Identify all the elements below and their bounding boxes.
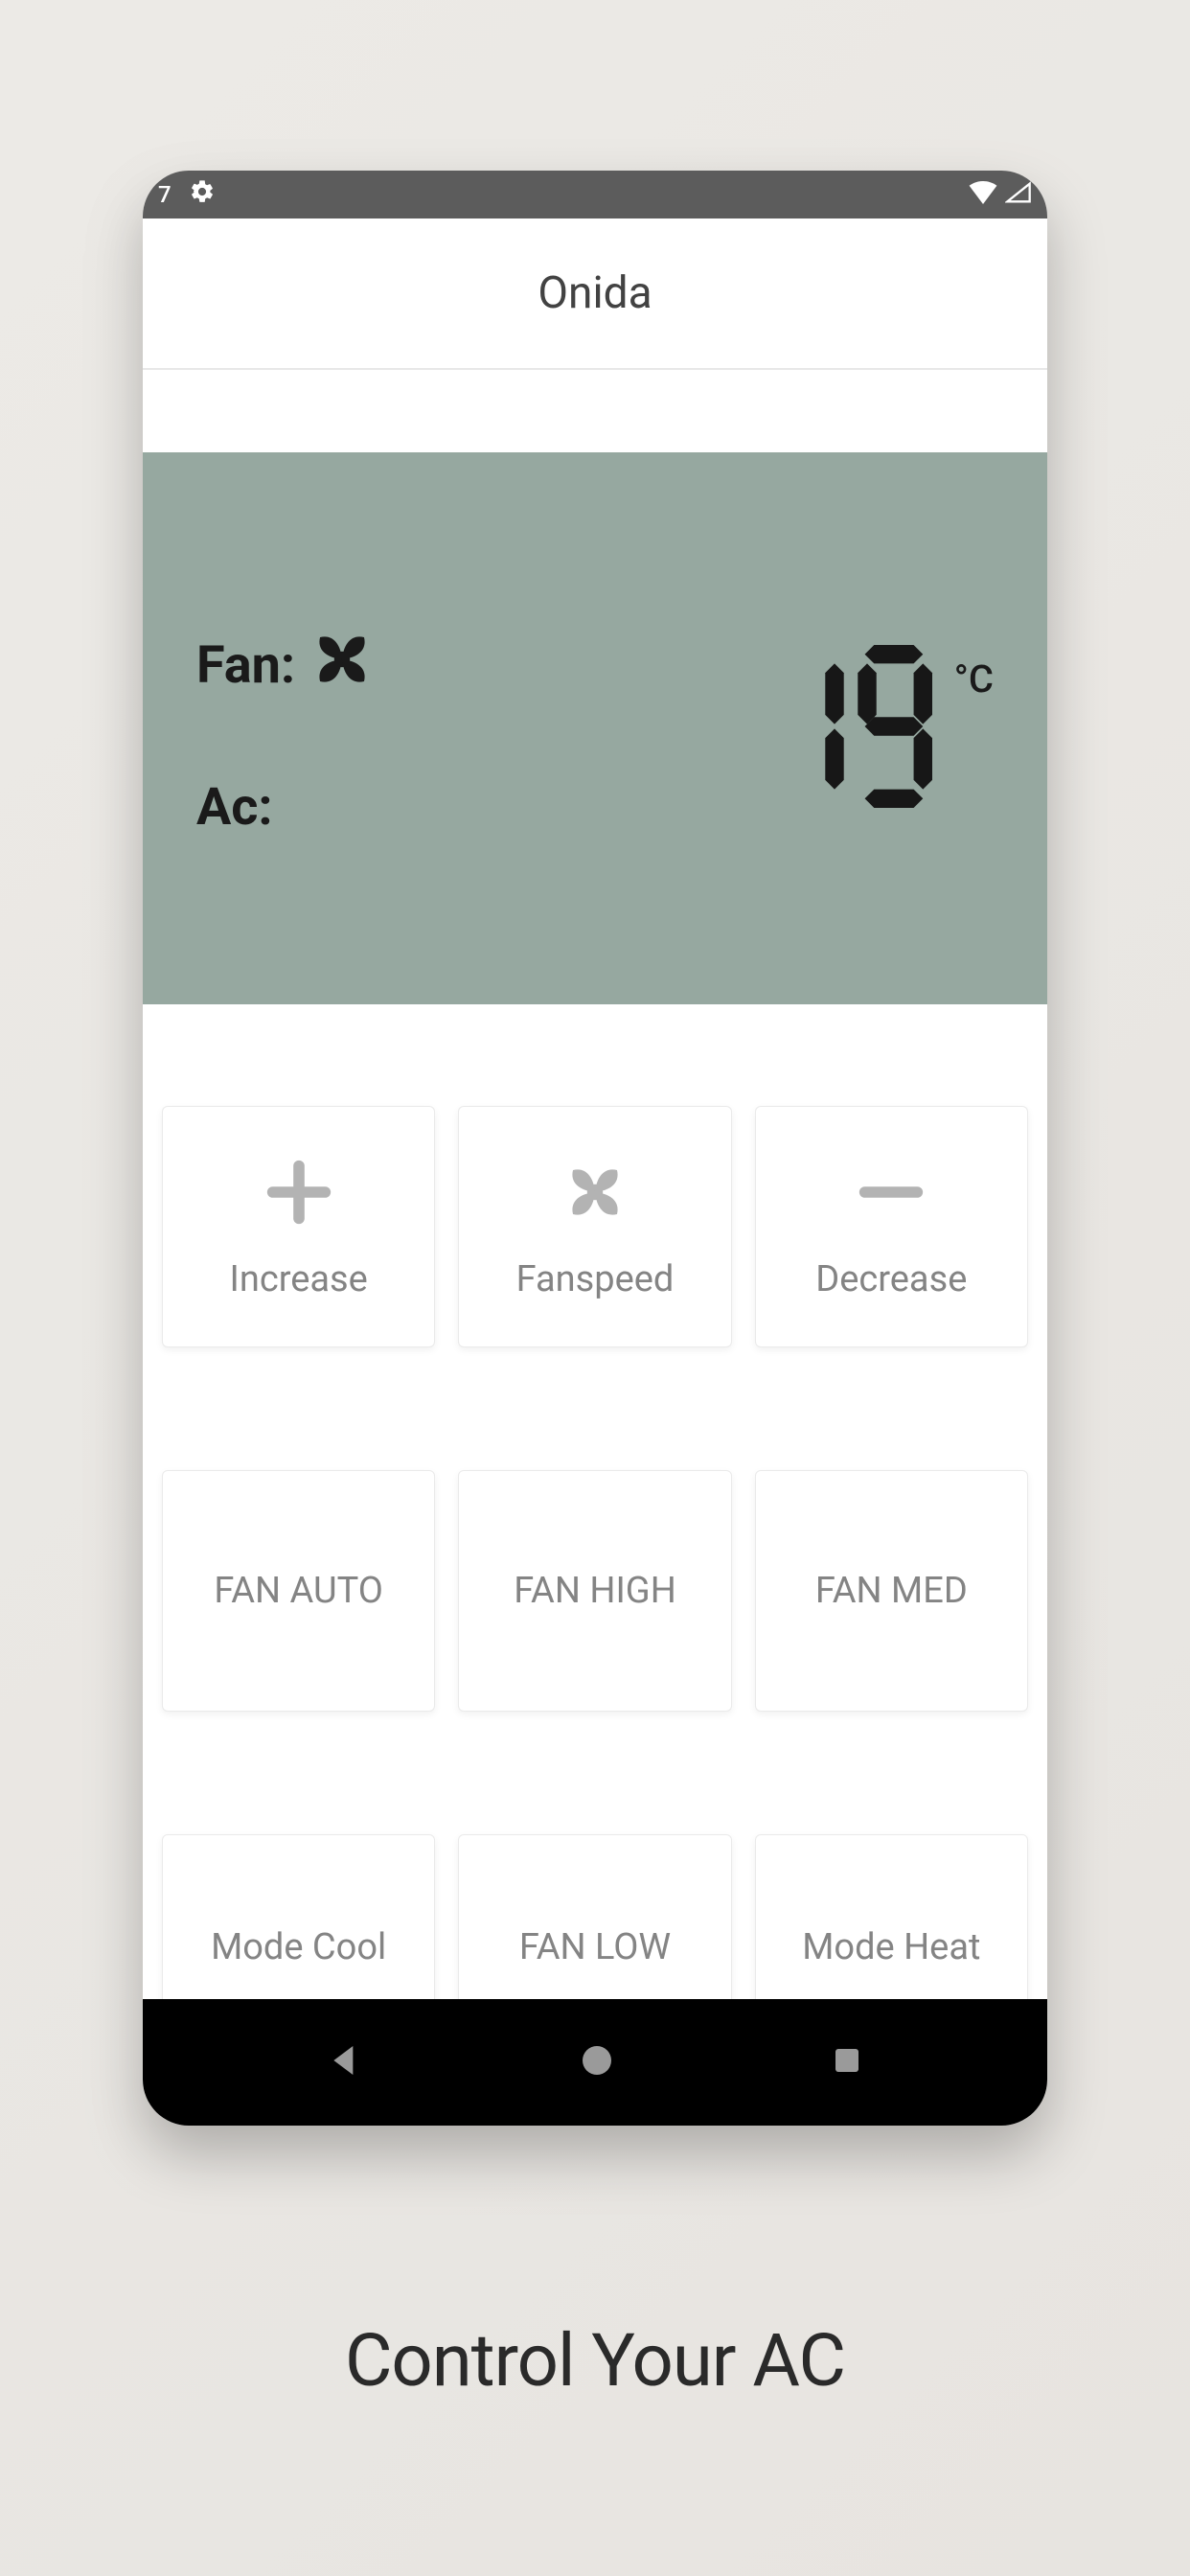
fan-icon: [303, 620, 381, 712]
fan-low-label: FAN LOW: [519, 1926, 671, 1968]
minus-icon: [852, 1153, 930, 1235]
android-nav-bar: [143, 1999, 1047, 2126]
status-right: [969, 181, 1032, 208]
home-button[interactable]: [578, 2041, 616, 2083]
fanspeed-label: Fanspeed: [516, 1258, 675, 1300]
fan-auto-label: FAN AUTO: [214, 1570, 383, 1612]
increase-label: Increase: [230, 1258, 368, 1300]
display-right: °C: [786, 645, 994, 812]
fan-label: Fan:: [196, 635, 295, 696]
cellular-icon: [1005, 181, 1032, 208]
mode-cool-label: Mode Cool: [211, 1926, 386, 1968]
fan-med-label: FAN MED: [815, 1570, 968, 1612]
fan-high-label: FAN HIGH: [514, 1570, 676, 1612]
recents-button[interactable]: [830, 2043, 864, 2082]
status-left: 7: [158, 178, 216, 211]
increase-button[interactable]: Increase: [162, 1106, 435, 1347]
app-header: Onida: [143, 218, 1047, 370]
fan-status-row: Fan:: [196, 620, 381, 712]
fan-med-button[interactable]: FAN MED: [755, 1470, 1028, 1712]
status-time-fragment: 7: [158, 181, 172, 208]
ac-label: Ac:: [196, 777, 273, 838]
fan-high-button[interactable]: FAN HIGH: [458, 1470, 731, 1712]
gear-icon: [189, 178, 216, 211]
back-button[interactable]: [326, 2041, 364, 2083]
phone-frame: 7 Onida Fan:: [143, 171, 1047, 2126]
marketing-caption: Control Your AC: [345, 2317, 845, 2404]
fan-auto-button[interactable]: FAN AUTO: [162, 1470, 435, 1712]
page-title: Onida: [538, 267, 652, 319]
status-bar: 7: [143, 171, 1047, 218]
ac-status-row: Ac:: [196, 777, 381, 838]
display-left: Fan: Ac:: [196, 620, 381, 838]
subheader-spacer: [143, 370, 1047, 452]
temperature-value: [786, 645, 949, 812]
fan-icon: [556, 1153, 634, 1235]
controls-grid: Increase Fanspeed Decrease FAN AUTO: [143, 1004, 1047, 2126]
fanspeed-button[interactable]: Fanspeed: [458, 1106, 731, 1347]
decrease-label: Decrease: [815, 1258, 967, 1300]
plus-icon: [260, 1153, 338, 1235]
temperature-unit: °C: [954, 656, 994, 702]
mode-heat-label: Mode Heat: [802, 1926, 980, 1968]
decrease-button[interactable]: Decrease: [755, 1106, 1028, 1347]
display-panel: Fan: Ac:: [143, 452, 1047, 1004]
wifi-icon: [969, 181, 997, 208]
